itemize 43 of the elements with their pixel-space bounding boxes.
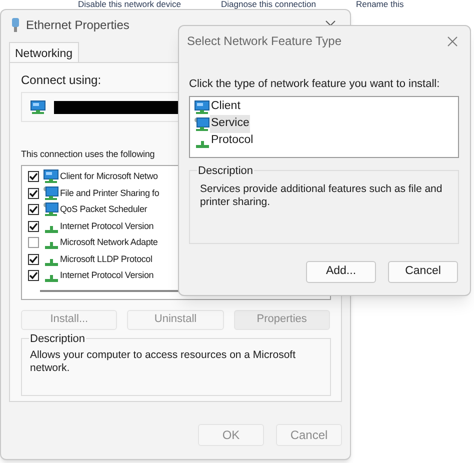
components-label: This connection uses the following: [21, 148, 155, 161]
checkbox[interactable]: [28, 254, 39, 265]
monitor-icon: [194, 100, 210, 114]
toolbar-link[interactable]: Disable this network device: [78, 0, 181, 9]
list-item[interactable]: Service: [210, 115, 250, 133]
network-line-icon: [196, 140, 208, 148]
component-name[interactable]: Internet Protocol Version: [60, 269, 154, 282]
toolbar-link[interactable]: Rename this: [356, 0, 404, 9]
list-item[interactable]: Client: [210, 98, 242, 116]
checkbox[interactable]: [28, 270, 39, 282]
checkbox[interactable]: [28, 237, 39, 248]
monitor-icon: [30, 100, 46, 114]
prompt-text: Click the type of network feature you want to install:: [189, 77, 441, 92]
network-line-icon: [44, 226, 58, 233]
checkbox[interactable]: [28, 188, 39, 199]
network-line-icon: [44, 275, 58, 282]
component-name[interactable]: Internet Protocol Version: [60, 220, 154, 233]
network-line-icon: [44, 242, 58, 250]
button[interactable]: Cancel: [388, 260, 458, 282]
checkbox[interactable]: [28, 220, 39, 232]
description-text: Allows your computer to access resources on a Microsoft network.: [30, 348, 297, 374]
dialog-title: Select Network Feature Type: [187, 33, 342, 50]
button[interactable]: Add...: [306, 260, 376, 282]
network-line-icon: [44, 258, 58, 266]
checkbox[interactable]: [28, 171, 39, 182]
list-item[interactable]: Protocol: [210, 132, 254, 150]
component-name[interactable]: QoS Packet Scheduler: [60, 203, 148, 216]
monitor-gear-icon: [194, 116, 210, 132]
component-name[interactable]: File and Printer Sharing fo: [60, 186, 160, 200]
component-name[interactable]: Microsoft Network Adapte: [60, 236, 158, 250]
component-name[interactable]: Microsoft LLDP Protocol: [60, 252, 152, 266]
plug-icon: [11, 17, 20, 33]
tab[interactable]: Networking: [9, 42, 79, 63]
component-name[interactable]: Client for Microsoft Netwo: [60, 170, 158, 184]
connect-using-label: Connect using:: [21, 72, 102, 89]
checkbox[interactable]: [28, 204, 39, 216]
monitor-gear-icon: [43, 202, 59, 218]
monitor-gear-icon: [43, 186, 59, 201]
monitor-icon: [43, 169, 59, 184]
description-text: Services provide additional features such as file and printer sharing.: [200, 182, 444, 208]
toolbar-link[interactable]: Diagnose this connection: [221, 0, 316, 9]
window-title: Ethernet Properties: [26, 17, 130, 34]
close-icon[interactable]: [447, 36, 458, 46]
